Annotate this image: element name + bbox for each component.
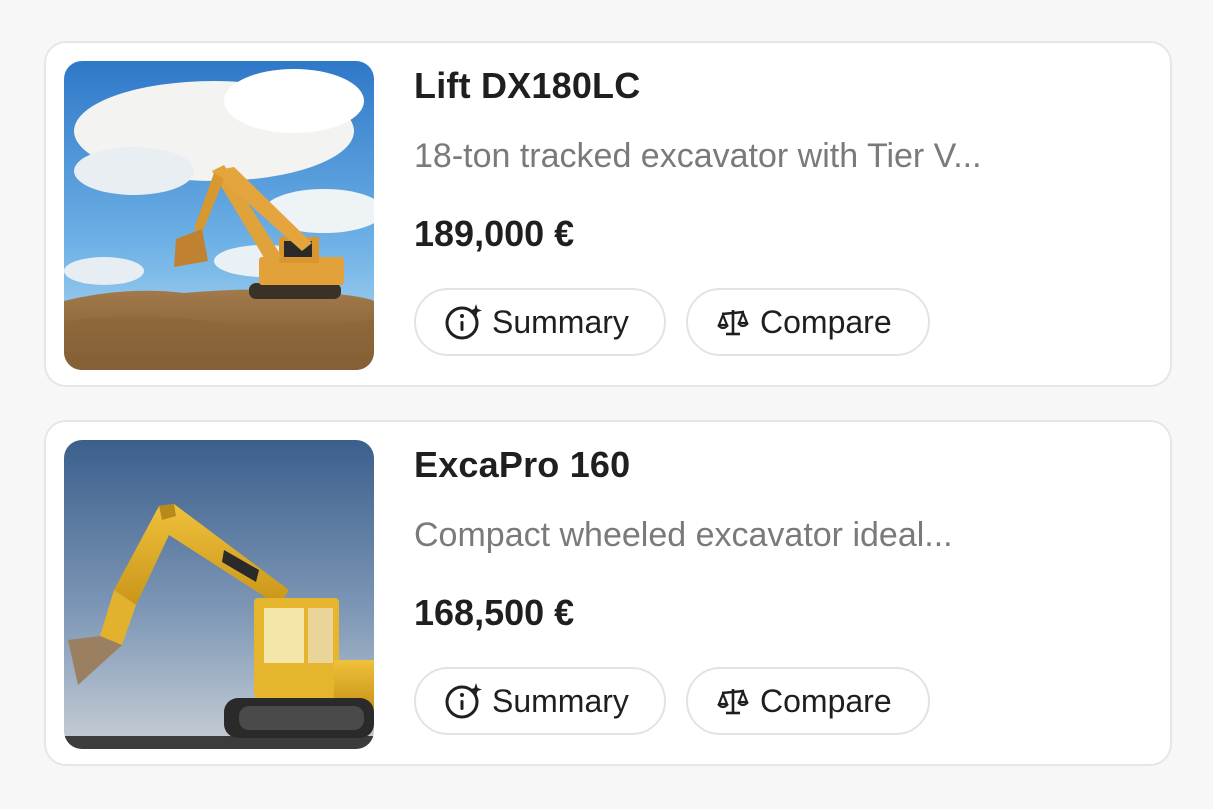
listing-card[interactable]: Lift DX180LC 18-ton tracked excavator wi… bbox=[44, 41, 1172, 387]
info-sparkle-icon bbox=[444, 302, 484, 342]
listing-image[interactable] bbox=[64, 61, 374, 370]
listing-panel: Lift DX180LC 18-ton tracked excavator wi… bbox=[0, 0, 1213, 809]
compare-label: Compare bbox=[760, 682, 892, 719]
summary-button[interactable]: Summary bbox=[414, 288, 666, 356]
listing-price: 168,500 € bbox=[414, 592, 575, 633]
scale-icon bbox=[716, 681, 750, 721]
excavator-photo-1 bbox=[64, 61, 374, 370]
listing-description: Compact wheeled excavator ideal... bbox=[414, 516, 953, 554]
listing-price: 189,000 € bbox=[414, 213, 575, 254]
summary-label: Summary bbox=[492, 303, 629, 340]
scale-icon bbox=[716, 302, 750, 342]
listing-title[interactable]: Lift DX180LC bbox=[414, 65, 640, 107]
summary-label: Summary bbox=[492, 682, 629, 719]
excavator-photo-2 bbox=[64, 440, 374, 749]
listing-card[interactable]: ExcaPro 160 Compact wheeled excavator id… bbox=[44, 420, 1172, 766]
summary-button[interactable]: Summary bbox=[414, 667, 666, 735]
compare-button[interactable]: Compare bbox=[686, 288, 930, 356]
compare-button[interactable]: Compare bbox=[686, 667, 930, 735]
listing-image[interactable] bbox=[64, 440, 374, 749]
listing-title[interactable]: ExcaPro 160 bbox=[414, 444, 630, 486]
listing-description: 18-ton tracked excavator with Tier V... bbox=[414, 137, 982, 175]
info-sparkle-icon bbox=[444, 681, 484, 721]
compare-label: Compare bbox=[760, 303, 892, 340]
